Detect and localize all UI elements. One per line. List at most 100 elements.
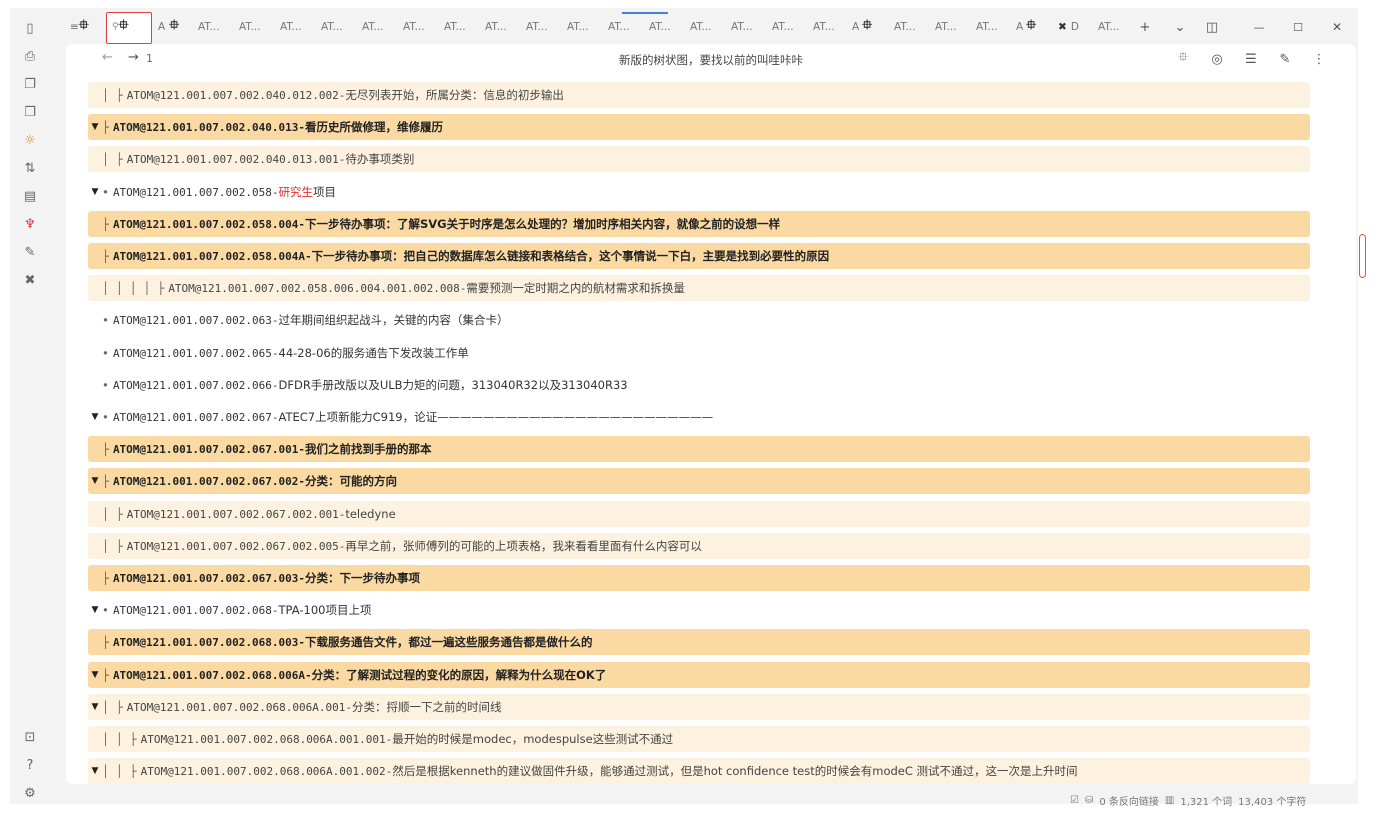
- collapse-caret-icon[interactable]: ▼: [88, 187, 102, 197]
- tab[interactable]: AT...: [280, 16, 302, 38]
- outline-row[interactable]: ├ ATOM@121.001.007.002.058.004A- 下一步待办事项：…: [88, 243, 1310, 269]
- outline-row[interactable]: • ATOM@121.001.007.002.066- DFDR手册改版以及ULB…: [88, 372, 1310, 398]
- lock-icon[interactable]: ⛁: [1085, 795, 1093, 806]
- atom-id: ATOM@121.001.007.002.068.006A.001.001-: [140, 732, 393, 746]
- tools-icon[interactable]: ✖: [18, 268, 42, 292]
- close-window-button[interactable]: ✕: [1326, 16, 1348, 38]
- copy-icon[interactable]: ❐: [18, 72, 42, 96]
- outline-row[interactable]: ▼ ├ ATOM@121.001.007.002.040.013- 看历史所做修理，…: [88, 114, 1310, 140]
- plugin-icon[interactable]: ♆: [18, 212, 42, 236]
- outline-icon[interactable]: ☰: [1242, 50, 1260, 68]
- outline-row[interactable]: ├ ATOM@121.001.007.002.058.004- 下一步待办事项：了…: [88, 211, 1310, 237]
- tab[interactable]: AT...: [485, 16, 507, 38]
- maximize-button[interactable]: ☐: [1287, 16, 1309, 38]
- vault-icon[interactable]: ⊡: [18, 725, 42, 749]
- collapse-caret-icon[interactable]: ▼: [88, 702, 102, 712]
- minimize-button[interactable]: —: [1248, 16, 1270, 38]
- settings-icon[interactable]: ⚙: [18, 781, 42, 805]
- puzzle-icon[interactable]: ✎: [18, 240, 42, 264]
- tree-prefix: ├: [102, 571, 109, 585]
- tab[interactable]: AT...: [935, 16, 957, 38]
- collapse-caret-icon[interactable]: ▼: [88, 766, 102, 776]
- outline-row[interactable]: • ATOM@121.001.007.002.063- 过年期间组织起战斗，关键的…: [88, 307, 1310, 333]
- outline-row[interactable]: • ATOM@121.001.007.002.065- 44-28-06的服务通告…: [88, 340, 1310, 366]
- collapse-caret-icon[interactable]: ▼: [88, 476, 102, 486]
- collapse-caret-icon[interactable]: ▼: [88, 670, 102, 680]
- row-description: 项目: [313, 185, 337, 199]
- tab-short-a-pinned[interactable]: A ⯐: [852, 16, 872, 38]
- outline-row[interactable]: │ ├ ATOM@121.001.007.002.040.013.001- 待办事…: [88, 146, 1310, 172]
- list-icon: ≡: [70, 21, 79, 33]
- open-file-icon[interactable]: ⎙: [18, 44, 42, 68]
- row-description: 分类：了解测试过程的变化的原因，解释为什么现在OK了: [311, 668, 607, 682]
- tab[interactable]: AT...: [362, 16, 384, 38]
- tab[interactable]: AT...: [1098, 16, 1120, 38]
- outline-row[interactable]: ▼ │ ├ ATOM@121.001.007.002.068.006A.001- 分…: [88, 694, 1310, 720]
- atom-id: ATOM@121.001.007.002.067.002-: [112, 474, 305, 488]
- tree-prefix: │ │ ├: [102, 732, 137, 746]
- tab-active-content[interactable]: ⚲ ⯐: [112, 16, 128, 38]
- outline-row[interactable]: ▼ ├ ATOM@121.001.007.002.068.006A- 分类：了解测试…: [88, 662, 1310, 688]
- row-description: 下载服务通告文件，都过一遍这些服务通告都是做什么的: [305, 635, 593, 649]
- row-description: 过年期间组织起战斗，关键的内容（集合卡）: [278, 313, 509, 327]
- edit-icon[interactable]: ✎: [1276, 50, 1294, 68]
- right-sidebar-toggle-icon[interactable]: ◫: [1201, 16, 1223, 38]
- outline-row[interactable]: │ ├ ATOM@121.001.007.002.067.002.001- tel…: [88, 501, 1310, 527]
- sidebar-toggle-icon[interactable]: ▯: [18, 16, 42, 40]
- outline-row[interactable]: │ │ ├ ATOM@121.001.007.002.068.006A.001.0…: [88, 726, 1310, 752]
- view-title[interactable]: 新版的树状图，要找以前的叫哇咔咔: [66, 52, 1356, 68]
- left-ribbon: ▯ ⎙ ❐ ❐ ☼ ⇅ ▤ ♆ ✎ ✖ ⊡ ? ⚙: [10, 8, 50, 804]
- tab[interactable]: AT...: [772, 16, 794, 38]
- collapse-caret-icon[interactable]: ▼: [88, 605, 102, 615]
- new-tab-button[interactable]: +: [1134, 16, 1156, 38]
- tab[interactable]: AT...: [239, 16, 261, 38]
- collapse-caret-icon[interactable]: ▼: [88, 412, 102, 422]
- collapse-caret-icon[interactable]: ▼: [88, 122, 102, 132]
- outline-row[interactable]: ▼ • ATOM@121.001.007.002.067- ATEC7上项新能力C9…: [88, 404, 1310, 430]
- tab[interactable]: AT...: [403, 16, 425, 38]
- outline-row[interactable]: ├ ATOM@121.001.007.002.067.003- 分类：下一步待办事…: [88, 565, 1310, 591]
- tab[interactable]: AT...: [894, 16, 916, 38]
- tab-short-a-pinned[interactable]: A ⯐: [1016, 16, 1036, 38]
- tab[interactable]: AT...: [526, 16, 548, 38]
- tab[interactable]: AT...: [198, 16, 220, 38]
- outline-row[interactable]: ▼ ├ ATOM@121.001.007.002.067.002- 分类：可能的方向: [88, 468, 1310, 494]
- tab[interactable]: AT...: [567, 16, 589, 38]
- pin-icon[interactable]: ⯐: [1174, 50, 1192, 68]
- outline-row[interactable]: ▼ • ATOM@121.001.007.002.058- 研究生 项目: [88, 179, 1310, 205]
- outline-row[interactable]: ├ ATOM@121.001.007.002.068.003- 下载服务通告文件，…: [88, 629, 1310, 655]
- outline-row[interactable]: ├ ATOM@121.001.007.002.067.001- 我们之前找到手册的…: [88, 436, 1310, 462]
- help-icon[interactable]: ?: [18, 753, 42, 777]
- tab-short-d[interactable]: ✖ D: [1058, 16, 1079, 38]
- archive-icon[interactable]: ▤: [18, 184, 42, 208]
- tab[interactable]: AT...: [976, 16, 998, 38]
- tab-pinned-0[interactable]: ≡ ⯐: [70, 16, 89, 38]
- atom-id: ATOM@121.001.007.002.068-: [112, 603, 279, 617]
- atom-id: ATOM@121.001.007.002.040.012.002-: [126, 88, 346, 102]
- sort-icon[interactable]: ⇅: [18, 156, 42, 180]
- outline-row[interactable]: │ │ │ │ ├ ATOM@121.001.007.002.058.006.00…: [88, 275, 1310, 301]
- atom-id: ATOM@121.001.007.002.058.004A-: [112, 249, 312, 263]
- outline-row[interactable]: ▼ │ │ ├ ATOM@121.001.007.002.068.006A.001.…: [88, 758, 1310, 784]
- tab[interactable]: AT...: [649, 16, 671, 38]
- tree-prefix: ├: [102, 442, 109, 456]
- tab[interactable]: AT...: [608, 16, 630, 38]
- backlinks-count[interactable]: 0 条反向链接: [1099, 793, 1159, 808]
- sun-icon[interactable]: ☼: [18, 128, 42, 152]
- globe-icon[interactable]: ◎: [1208, 50, 1226, 68]
- outline-row[interactable]: ▼ • ATOM@121.001.007.002.068- TPA-100项目上项: [88, 597, 1310, 623]
- outline-row[interactable]: │ ├ ATOM@121.001.007.002.067.002.005- 再早之…: [88, 533, 1310, 559]
- tab[interactable]: AT...: [690, 16, 712, 38]
- outline-row[interactable]: │ ├ ATOM@121.001.007.002.040.012.002- 无尽列…: [88, 82, 1310, 108]
- tree-prefix: •: [102, 346, 109, 360]
- copy-icon[interactable]: ❐: [18, 100, 42, 124]
- outer-scrollbar[interactable]: [1359, 234, 1366, 278]
- tab[interactable]: AT...: [731, 16, 753, 38]
- tab[interactable]: AT...: [813, 16, 835, 38]
- more-options-icon[interactable]: ⋮: [1310, 50, 1328, 68]
- tab[interactable]: AT...: [321, 16, 343, 38]
- sync-icon[interactable]: ☑: [1070, 795, 1079, 806]
- tab[interactable]: AT...: [444, 16, 466, 38]
- tab-list-dropdown-icon[interactable]: ⌄: [1169, 16, 1191, 38]
- tab-short-a[interactable]: A ⯐: [158, 16, 179, 38]
